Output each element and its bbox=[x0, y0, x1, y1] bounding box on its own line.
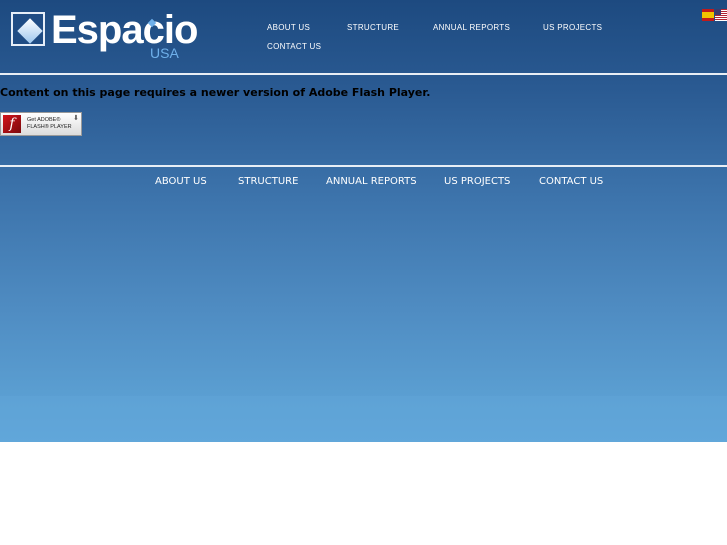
top-nav-contact[interactable]: CONTACT US bbox=[267, 42, 321, 51]
logo-mark bbox=[11, 12, 45, 46]
bottom-nav-annual-reports[interactable]: ANNUAL REPORTS bbox=[326, 176, 417, 187]
flash-badge-line1: Get ADOBE® bbox=[27, 117, 61, 123]
content-divider bbox=[0, 165, 727, 167]
top-nav-us-projects[interactable]: US PROJECTS bbox=[543, 23, 602, 32]
download-arrow-icon: ⬇ bbox=[73, 114, 79, 122]
spain-flag-icon[interactable] bbox=[702, 9, 714, 21]
site-header: Espacio USA ABOUT US STRUCTURE ANNUAL RE… bbox=[0, 0, 727, 74]
us-flag-icon[interactable] bbox=[715, 9, 727, 21]
top-nav-annual-reports[interactable]: ANNUAL REPORTS bbox=[433, 23, 510, 32]
top-nav-structure[interactable]: STRUCTURE bbox=[347, 23, 399, 32]
header-divider bbox=[0, 73, 727, 75]
top-nav-about[interactable]: ABOUT US bbox=[267, 23, 310, 32]
flash-badge-line2: FLASH® PLAYER bbox=[27, 124, 72, 130]
get-flash-player-button[interactable]: f Get ADOBE® FLASH® PLAYER ⬇ bbox=[0, 112, 82, 136]
espacio-logo[interactable]: Espacio USA bbox=[11, 8, 198, 62]
flash-required-message: Content on this page requires a newer ve… bbox=[0, 86, 431, 99]
bottom-nav-structure[interactable]: STRUCTURE bbox=[238, 176, 298, 187]
diamond-icon bbox=[17, 18, 43, 44]
bottom-nav-about[interactable]: ABOUT US bbox=[155, 176, 207, 187]
flash-player-icon: f bbox=[3, 115, 21, 133]
logo-subtitle: USA bbox=[150, 45, 179, 61]
bottom-nav-contact[interactable]: CONTACT US bbox=[539, 176, 603, 187]
bottom-nav-us-projects[interactable]: US PROJECTS bbox=[444, 176, 510, 187]
